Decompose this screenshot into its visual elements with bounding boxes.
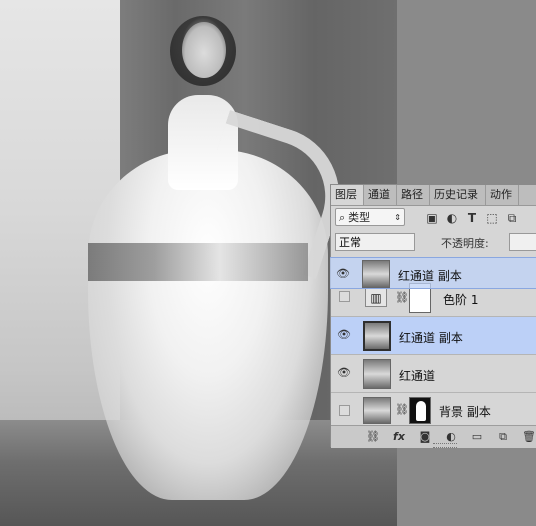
tab-actions[interactable]: 动作 (486, 185, 519, 205)
eye-icon: 👁 (336, 267, 350, 280)
head (182, 22, 226, 78)
trash-icon[interactable]: 🗑 (521, 430, 536, 444)
levels-adjustment-icon: ▥ (365, 287, 387, 307)
filter-type-select[interactable]: ⌕ 类型 ⇕ (335, 208, 405, 226)
eye-icon[interactable]: 👁 (337, 328, 351, 342)
search-icon: ⌕ (339, 211, 346, 224)
blend-mode-select[interactable]: 正常 (335, 233, 415, 251)
filter-toolbar: ⌕ 类型 ⇕ ▣ ◐ T ⬚ ⧉ (331, 205, 536, 231)
shape-filter-icon[interactable]: ⬚ (485, 211, 499, 225)
layer-thumbnail (363, 321, 391, 351)
layer-red-channel[interactable]: 👁 红通道 (331, 355, 536, 393)
tab-channels[interactable]: 通道 (364, 185, 397, 205)
layer-thumbnail (363, 397, 391, 424)
link-icon: ⛓ (395, 291, 409, 304)
layer-mask-thumbnail[interactable] (409, 397, 431, 424)
opacity-label: 不透明度: (441, 237, 489, 250)
layer-name: 背景 副本 (439, 405, 491, 419)
visibility-toggle[interactable] (339, 405, 350, 416)
misaligned-strip (88, 243, 308, 281)
eye-icon[interactable]: 👁 (337, 366, 351, 380)
link-icon: ⛓ (395, 403, 409, 416)
layer-thumbnail (362, 260, 390, 288)
blend-row: 正常 不透明度: (331, 231, 536, 253)
tab-history[interactable]: 历史记录 (430, 185, 486, 205)
image-filter-icon[interactable]: ▣ (425, 211, 439, 225)
layer-thumbnail (363, 359, 391, 389)
tab-layers[interactable]: 图层 (331, 185, 364, 205)
tab-paths[interactable]: 路径 (397, 185, 430, 205)
layer-name: 色阶 1 (443, 293, 479, 307)
visibility-toggle[interactable] (339, 291, 350, 302)
type-filter-icon[interactable]: T (465, 211, 479, 225)
layers-panel: 图层 通道 路径 历史记录 动作 ⌕ 类型 ⇕ ▣ ◐ T ⬚ ⧉ 正常 不透明度… (330, 184, 536, 448)
panel-tab-bar: 图层 通道 路径 历史记录 动作 (331, 185, 536, 206)
new-group-icon[interactable]: ▭ (469, 430, 485, 444)
fx-icon[interactable]: fx (391, 430, 407, 444)
filter-type-value: 类型 (348, 211, 371, 224)
layer-name: 红通道 (399, 369, 436, 383)
layer-background-copy[interactable]: ⛓ 背景 副本 (331, 393, 536, 426)
stepper-icon: ⇕ (394, 213, 401, 222)
resize-grip[interactable] (433, 443, 457, 448)
add-mask-icon[interactable]: ◙ (417, 430, 433, 444)
layer-name: 红通道 副本 (398, 269, 462, 283)
opacity-field[interactable] (509, 233, 536, 251)
adjustment-filter-icon[interactable]: ◐ (445, 211, 459, 225)
layer-name: 红通道 副本 (399, 331, 463, 345)
new-layer-icon[interactable]: ⧉ (495, 430, 511, 444)
dragged-layer-ghost: 👁 红通道 副本 (330, 257, 536, 289)
link-layers-icon[interactable]: ⛓ (365, 430, 381, 444)
adjustment-layer-icon[interactable]: ◐ (443, 430, 459, 444)
smart-object-filter-icon[interactable]: ⧉ (505, 211, 519, 225)
layer-red-channel-copy[interactable]: 👁 红通道 副本 (331, 317, 536, 355)
